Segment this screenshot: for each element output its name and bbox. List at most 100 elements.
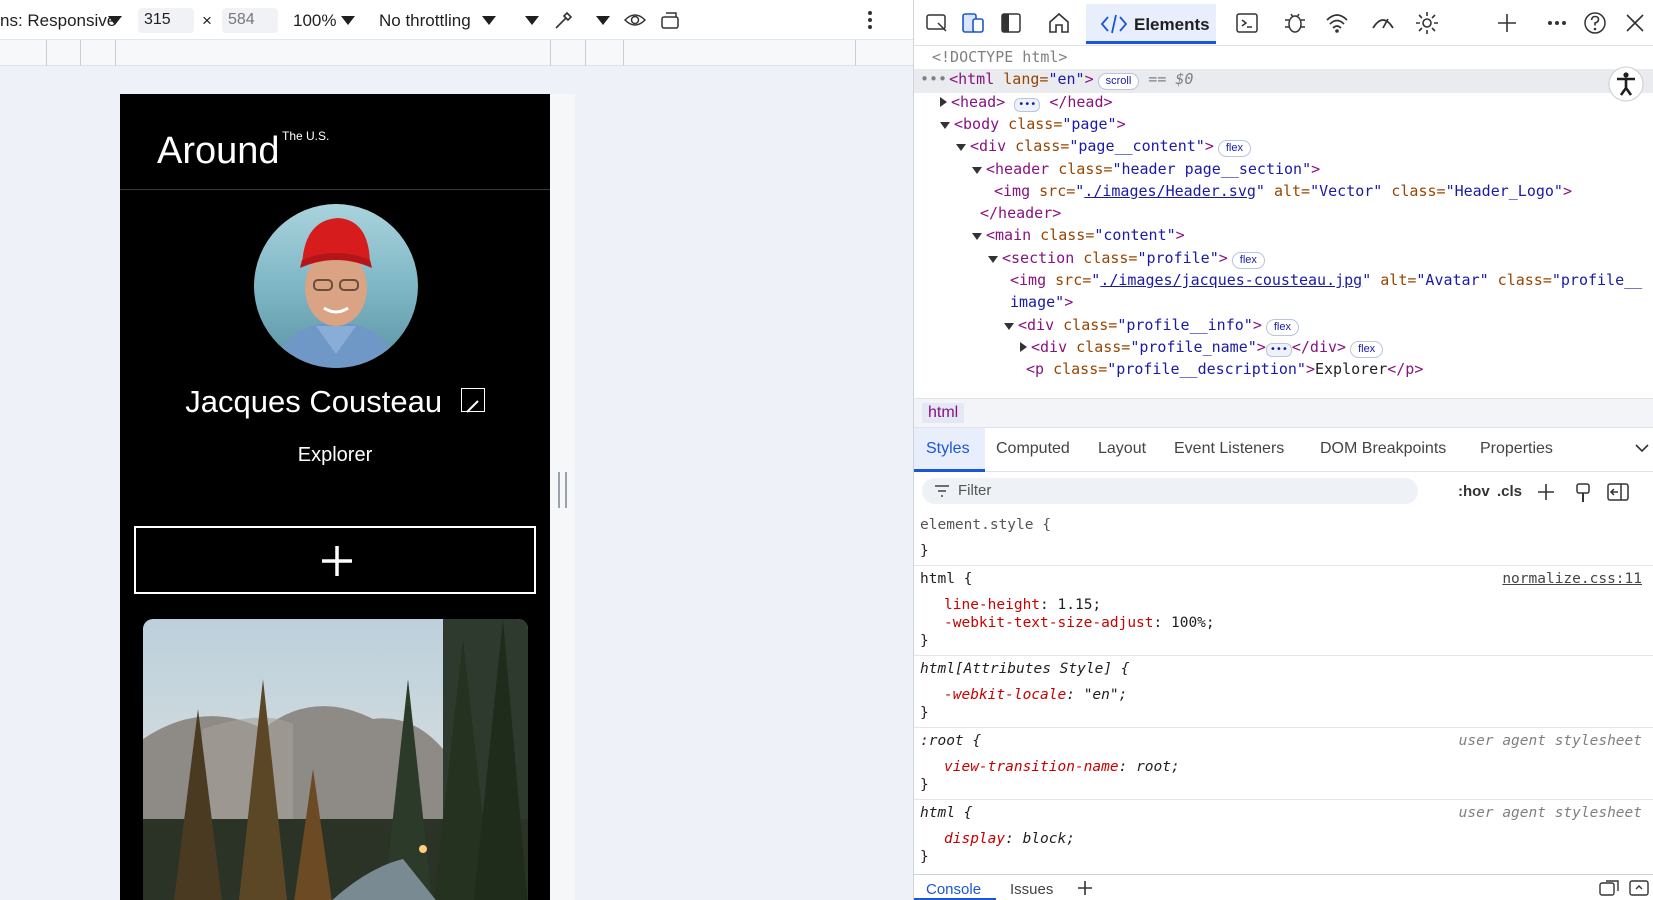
dom-node-line[interactable]: <main class="content"> bbox=[972, 224, 1185, 248]
css-property[interactable]: display: block; bbox=[944, 831, 1075, 847]
paint-brush-icon[interactable] bbox=[1574, 482, 1592, 504]
home-icon[interactable] bbox=[1046, 10, 1072, 36]
rule-close: } bbox=[920, 777, 929, 793]
chevron-down-icon[interactable] bbox=[108, 16, 122, 25]
device-emulation-pane: ns: Responsive 315 × 584 100% No throttl… bbox=[0, 0, 913, 900]
dom-node-line[interactable]: <div class="page__content"> flex bbox=[956, 135, 1251, 159]
css-property[interactable]: -webkit-text-size-adjust: 100%; bbox=[944, 615, 1215, 631]
close-drawer-icon[interactable] bbox=[1628, 879, 1650, 897]
rule-selector: html { bbox=[920, 805, 973, 821]
filter-input[interactable]: Filter bbox=[922, 478, 1418, 504]
add-tab-plus-icon[interactable] bbox=[1494, 10, 1520, 36]
network-wifi-icon[interactable] bbox=[1324, 10, 1350, 36]
inspect-element-icon[interactable] bbox=[924, 10, 950, 36]
tab-computed[interactable]: Computed bbox=[996, 440, 1070, 458]
more-options-icon[interactable] bbox=[866, 9, 874, 31]
rotate-icon[interactable] bbox=[658, 8, 684, 32]
add-place-button[interactable] bbox=[134, 526, 536, 594]
breadcrumb-html[interactable]: html bbox=[922, 403, 965, 423]
tab-styles[interactable]: Styles bbox=[926, 440, 970, 458]
ruler-tick bbox=[585, 40, 586, 66]
rule-selector: element.style { bbox=[920, 517, 1051, 533]
throttling-dropdown[interactable]: No throttling bbox=[379, 11, 471, 31]
tab-properties[interactable]: Properties bbox=[1480, 440, 1553, 458]
chevron-down-icon[interactable] bbox=[341, 16, 355, 25]
dom-tree: <!DOCTYPE html> ••• <html lang="en"> scroll… bbox=[914, 46, 1653, 398]
close-icon[interactable] bbox=[1622, 10, 1648, 36]
css-property[interactable]: view-transition-name: root; bbox=[944, 759, 1180, 775]
dom-node-line[interactable]: <p class="profile__description">Explorer… bbox=[1026, 358, 1423, 382]
rule-source-link[interactable]: normalize.css:11 bbox=[1502, 571, 1642, 587]
width-input[interactable]: 315 bbox=[138, 8, 194, 33]
help-icon[interactable] bbox=[1582, 10, 1608, 36]
sources-bug-icon[interactable] bbox=[1282, 10, 1308, 36]
viewport-resize-handle[interactable] bbox=[558, 472, 567, 508]
dom-node-line[interactable]: <div class="profile__info"> flex bbox=[1004, 314, 1299, 338]
settings-gear-icon[interactable] bbox=[1414, 10, 1440, 36]
accessibility-icon[interactable] bbox=[1608, 66, 1644, 102]
edit-profile-button[interactable] bbox=[460, 387, 485, 413]
zoom-dropdown[interactable]: 100% bbox=[293, 11, 336, 31]
dom-node-line[interactable]: </header> bbox=[980, 202, 1061, 226]
profile-name: Jacques Cousteau bbox=[120, 382, 550, 420]
tab-elements[interactable]: Elements bbox=[1086, 4, 1216, 44]
chevron-down-icon[interactable] bbox=[525, 16, 539, 25]
emulation-toolbar: ns: Responsive 315 × 584 100% No throttl… bbox=[0, 0, 913, 40]
dom-node-line[interactable]: <img src="./images/Header.svg" alt="Vect… bbox=[994, 180, 1572, 204]
style-rule-html-normalize: html { normalize.css:11 line-height: 1.1… bbox=[914, 566, 1653, 656]
ruler-tick bbox=[550, 40, 551, 66]
css-property[interactable]: line-height: 1.15; bbox=[944, 597, 1101, 613]
style-rule-root: :root { user agent stylesheet view-trans… bbox=[914, 728, 1653, 800]
ruler-tick bbox=[115, 40, 116, 66]
cls-toggle[interactable]: .cls bbox=[1497, 483, 1522, 500]
dom-node-line[interactable]: <img src="./images/jacques-cousteau.jpg"… bbox=[1010, 269, 1642, 293]
dom-node-line[interactable]: <!DOCTYPE html> bbox=[932, 46, 1067, 70]
profile-name-text: Jacques Cousteau bbox=[185, 383, 443, 419]
dom-node-line[interactable]: image"> bbox=[1010, 291, 1073, 315]
place-card[interactable] bbox=[143, 619, 528, 900]
site-logo: Around bbox=[157, 130, 280, 172]
undock-drawer-icon[interactable] bbox=[1598, 879, 1620, 897]
new-rule-plus-icon[interactable] bbox=[1536, 482, 1558, 504]
dom-node-line[interactable]: <section class="profile"> flex bbox=[988, 247, 1265, 271]
plus-icon bbox=[322, 546, 352, 576]
hov-toggle[interactable]: :hov bbox=[1458, 483, 1490, 500]
chevron-down-icon[interactable] bbox=[1634, 442, 1650, 454]
performance-icon[interactable] bbox=[1370, 10, 1396, 36]
devtools-tabbar: Elements bbox=[914, 0, 1653, 46]
tab-dom-breakpoints[interactable]: DOM Breakpoints bbox=[1320, 440, 1446, 458]
style-rule-element: element.style { } bbox=[914, 512, 1653, 566]
tab-console[interactable]: Console bbox=[926, 881, 981, 898]
ruler-tick bbox=[623, 40, 624, 66]
dom-node-line[interactable]: <header class="header page__section"> bbox=[972, 158, 1320, 182]
chevron-down-icon[interactable] bbox=[482, 16, 496, 25]
dimensions-dropdown[interactable]: ns: Responsive bbox=[0, 11, 116, 31]
vision-deficiency-icon[interactable] bbox=[623, 9, 647, 31]
dock-side-icon[interactable] bbox=[998, 10, 1024, 36]
chevron-down-icon[interactable] bbox=[596, 16, 610, 25]
tab-layout[interactable]: Layout bbox=[1098, 440, 1146, 458]
device-viewport: Around The U.S. Jacques Cousteau Explore… bbox=[120, 94, 550, 900]
dom-node-line[interactable]: ••• <html lang="en"> scroll == $0 bbox=[920, 68, 1193, 92]
rule-close: } bbox=[920, 849, 929, 865]
dom-node-line[interactable]: <body class="page"> bbox=[940, 113, 1126, 137]
rule-source-ua: user agent stylesheet bbox=[1458, 733, 1642, 749]
eyedropper-icon[interactable] bbox=[552, 8, 576, 32]
rule-selector: html { bbox=[920, 571, 973, 587]
styles-pane: element.style { } html { normalize.css:1… bbox=[914, 512, 1653, 874]
more-tabs-icon[interactable] bbox=[1544, 10, 1570, 36]
site-logo-sup: The U.S. bbox=[282, 129, 330, 143]
tab-issues[interactable]: Issues bbox=[1010, 881, 1053, 898]
computed-sidebar-icon[interactable] bbox=[1606, 482, 1630, 502]
add-drawer-tab-plus-icon[interactable] bbox=[1076, 879, 1094, 897]
dom-node-line[interactable]: <head> ••• </head> bbox=[940, 91, 1113, 115]
css-property[interactable]: -webkit-locale: "en"; bbox=[944, 687, 1127, 703]
dom-node-line[interactable]: <div class="profile_name"> ••• </div> flex bbox=[1020, 336, 1384, 360]
style-rule-attributes: html[Attributes Style] { -webkit-locale:… bbox=[914, 656, 1653, 728]
height-input[interactable]: 584 bbox=[222, 8, 278, 33]
tab-event-listeners[interactable]: Event Listeners bbox=[1174, 440, 1284, 458]
console-icon[interactable] bbox=[1234, 10, 1260, 36]
rule-selector: :root { bbox=[920, 733, 982, 749]
device-toolbar-icon[interactable] bbox=[960, 10, 986, 36]
tab-elements-label: Elements bbox=[1134, 15, 1210, 34]
